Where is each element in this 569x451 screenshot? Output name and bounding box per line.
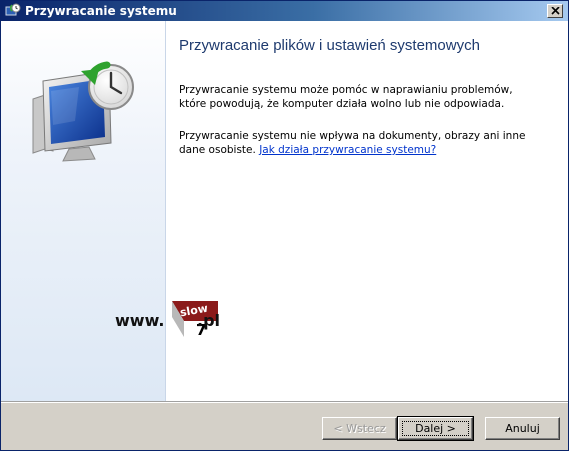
close-button[interactable] <box>547 4 563 18</box>
wizard-content: Przywracanie plików i ustawień systemowy… <box>1 21 568 401</box>
help-link[interactable]: Jak działa przywracanie systemu? <box>259 144 436 156</box>
watermark: www. slow 7 .pl <box>115 299 255 339</box>
watermark-suffix: .pl <box>197 311 221 330</box>
title-bar[interactable]: Przywracanie systemu <box>1 1 568 21</box>
system-restore-monitor-clock-icon <box>32 61 134 162</box>
description-paragraph: Przywracanie systemu może pomóc w napraw… <box>179 84 513 110</box>
next-button[interactable]: Dalej > <box>397 416 474 441</box>
close-icon <box>551 7 560 15</box>
system-restore-icon <box>5 3 21 19</box>
info-paragraph: Przywracanie systemu nie wpływa na dokum… <box>179 129 539 157</box>
wizard-sidebar <box>1 21 166 401</box>
watermark-prefix: www. <box>115 311 165 330</box>
page-heading: Przywracanie plików i ustawień systemowy… <box>179 37 480 54</box>
next-button-label: Dalej > <box>415 422 456 435</box>
back-button[interactable]: < Wstecz <box>322 417 397 440</box>
cancel-button[interactable]: Anuluj <box>485 417 560 440</box>
system-restore-window: Przywracanie systemu Przywracanie plików… <box>0 0 569 451</box>
footer-separator-highlight <box>1 402 568 403</box>
window-title: Przywracanie systemu <box>25 4 177 18</box>
